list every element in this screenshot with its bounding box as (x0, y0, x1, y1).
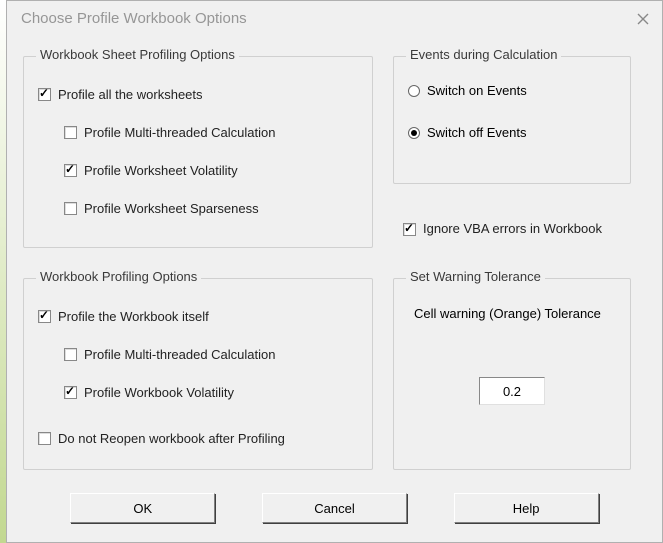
checkbox-profile-all-worksheets[interactable]: Profile all the worksheets (38, 87, 203, 102)
radio-icon (408, 85, 420, 97)
group-sheet-profiling: Workbook Sheet Profiling Options Profile… (23, 56, 373, 248)
checkbox-label: Profile Multi-threaded Calculation (84, 347, 275, 362)
checkbox-label: Ignore VBA errors in Workbook (423, 220, 602, 238)
checkbox-icon (38, 310, 51, 323)
checkbox-icon (38, 88, 51, 101)
checkbox-icon (64, 348, 77, 361)
titlebar: Choose Profile Workbook Options (7, 1, 662, 36)
checkbox-label: Do not Reopen workbook after Profiling (58, 431, 285, 446)
button-label: Cancel (314, 501, 354, 516)
radio-label: Switch on Events (427, 83, 527, 98)
checkbox-label: Profile Multi-threaded Calculation (84, 125, 275, 140)
group-legend: Workbook Profiling Options (36, 269, 201, 284)
checkbox-label: Profile all the worksheets (58, 87, 203, 102)
cancel-button[interactable]: Cancel (262, 493, 407, 523)
group-workbook-profiling: Workbook Profiling Options Profile the W… (23, 278, 373, 470)
group-events: Events during Calculation Switch on Even… (393, 56, 631, 184)
group-legend: Set Warning Tolerance (406, 269, 545, 284)
tolerance-label: Cell warning (Orange) Tolerance (414, 305, 614, 323)
checkbox-label: Profile Worksheet Volatility (84, 163, 238, 178)
ok-button[interactable]: OK (70, 493, 215, 523)
group-tolerance: Set Warning Tolerance Cell warning (Oran… (393, 278, 631, 470)
checkbox-label: Profile Workbook Volatility (84, 385, 234, 400)
checkbox-profile-multi-threaded-workbook[interactable]: Profile Multi-threaded Calculation (64, 347, 275, 362)
checkbox-icon (64, 164, 77, 177)
radio-label: Switch off Events (427, 125, 526, 140)
checkbox-profile-workbook-volatility[interactable]: Profile Workbook Volatility (64, 385, 234, 400)
button-label: OK (133, 501, 152, 516)
checkbox-icon (64, 126, 77, 139)
checkbox-ignore-vba-errors[interactable]: Ignore VBA errors in Workbook (403, 220, 623, 238)
radio-switch-off-events[interactable]: Switch off Events (408, 125, 526, 140)
checkbox-label: Profile the Workbook itself (58, 309, 209, 324)
checkbox-label: Profile Worksheet Sparseness (84, 201, 259, 216)
dialog-title: Choose Profile Workbook Options (21, 10, 247, 27)
checkbox-icon (403, 223, 416, 236)
checkbox-icon (38, 432, 51, 445)
radio-icon (408, 127, 420, 139)
checkbox-profile-worksheet-volatility[interactable]: Profile Worksheet Volatility (64, 163, 238, 178)
checkbox-icon (64, 386, 77, 399)
dialog-window: Choose Profile Workbook Options Workbook… (6, 0, 663, 543)
help-button[interactable]: Help (454, 493, 599, 523)
checkbox-do-not-reopen[interactable]: Do not Reopen workbook after Profiling (38, 431, 285, 446)
tolerance-input[interactable] (479, 377, 545, 405)
radio-switch-on-events[interactable]: Switch on Events (408, 83, 527, 98)
group-legend: Workbook Sheet Profiling Options (36, 47, 239, 62)
button-row: OK Cancel Help (7, 493, 662, 523)
group-legend: Events during Calculation (406, 47, 561, 62)
checkbox-profile-workbook-itself[interactable]: Profile the Workbook itself (38, 309, 209, 324)
button-label: Help (513, 501, 540, 516)
checkbox-icon (64, 202, 77, 215)
checkbox-profile-worksheet-sparseness[interactable]: Profile Worksheet Sparseness (64, 201, 259, 216)
checkbox-profile-multi-threaded-sheet[interactable]: Profile Multi-threaded Calculation (64, 125, 275, 140)
close-icon[interactable] (632, 8, 654, 30)
